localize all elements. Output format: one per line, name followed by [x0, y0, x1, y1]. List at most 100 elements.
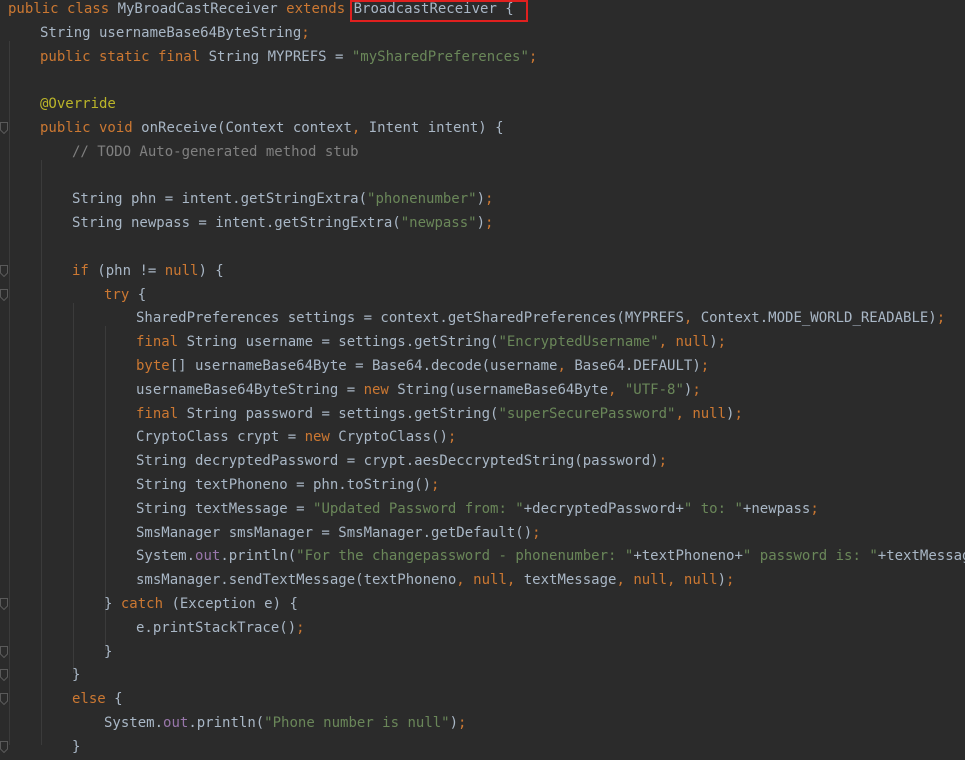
code-token: )	[709, 334, 718, 351]
fold-marker-icon[interactable]	[0, 640, 8, 664]
code-line[interactable]: final String username = settings.getStri…	[0, 330, 965, 354]
code-line[interactable]: String usernameBase64ByteString;	[0, 21, 965, 45]
code-line[interactable]: public void onReceive(Context context, I…	[0, 116, 965, 140]
code-line[interactable]: }	[0, 663, 965, 687]
code-token: out	[195, 548, 221, 565]
code-token: new	[363, 381, 398, 398]
code-text: }	[104, 640, 112, 664]
code-line[interactable]: }	[0, 735, 965, 759]
code-line[interactable]	[0, 235, 965, 259]
code-text: String newpass = intent.getStringExtra("…	[72, 211, 493, 235]
code-line[interactable]: usernameBase64ByteString = new String(us…	[0, 378, 965, 402]
code-line[interactable]: public class MyBroadCastReceiver extends…	[0, 0, 965, 21]
code-token: smsManager.sendTextMessage(textPhoneno	[136, 572, 457, 589]
code-line[interactable]	[0, 68, 965, 92]
fold-marker-icon[interactable]	[0, 283, 8, 307]
code-line[interactable]: System.out.println("For the changepasswo…	[0, 544, 965, 568]
code-token: String usernameBase64ByteString	[40, 24, 302, 41]
code-token: e.printStackTrace()	[136, 619, 297, 636]
code-token: onReceive(Context context	[141, 120, 352, 136]
code-line[interactable]: String textMessage = "Updated Password f…	[0, 497, 965, 521]
code-line[interactable]: }	[0, 640, 965, 664]
code-line[interactable]: String newpass = intent.getStringExtra("…	[0, 211, 965, 235]
code-line[interactable]: smsManager.sendTextMessage(textPhoneno, …	[0, 568, 965, 592]
code-text: String usernameBase64ByteString;	[40, 21, 310, 45]
code-token: ;	[301, 24, 310, 41]
code-token: String MYPREFS =	[208, 48, 352, 65]
code-token: ;	[717, 334, 727, 351]
code-token: " to: "	[683, 500, 743, 517]
code-text: final String password = settings.getStri…	[136, 402, 743, 426]
code-line[interactable]: String decryptedPassword = crypt.aesDecc…	[0, 449, 965, 473]
code-token: ,	[506, 572, 524, 589]
code-line[interactable]: } catch (Exception e) {	[0, 592, 965, 616]
code-token: null	[473, 572, 507, 589]
fold-marker-icon[interactable]	[0, 687, 8, 711]
code-token: }	[72, 738, 81, 755]
code-line[interactable]: CryptoClass crypt = new CryptoClass();	[0, 425, 965, 449]
code-token: System.	[136, 548, 196, 565]
code-text: String phn = intent.getStringExtra("phon…	[72, 187, 493, 211]
fold-marker-icon[interactable]	[0, 663, 8, 687]
code-token: ;	[528, 48, 538, 65]
code-line[interactable]: try {	[0, 283, 965, 307]
code-line[interactable]: SharedPreferences settings = context.get…	[0, 306, 965, 330]
code-text: System.out.println("Phone number is null…	[104, 711, 466, 735]
code-token: {	[114, 691, 123, 708]
code-token: System.	[104, 715, 164, 731]
fold-marker-icon[interactable]	[0, 735, 8, 759]
code-text: final String username = settings.getStri…	[136, 330, 726, 354]
code-token: }	[72, 667, 81, 684]
code-token: "UTF-8"	[624, 381, 684, 398]
code-token: ,	[456, 572, 474, 589]
code-token: final	[136, 405, 187, 422]
code-token: if	[72, 262, 98, 279]
code-token: null	[164, 262, 199, 279]
code-token: ;	[810, 500, 819, 517]
code-token: .println(	[188, 715, 265, 731]
code-text: String textPhoneno = phn.toString();	[136, 473, 439, 497]
code-token: +decryptedPassword+	[523, 500, 684, 517]
code-text: public void onReceive(Context context, I…	[40, 116, 504, 140]
code-token: (phn !=	[97, 262, 165, 279]
fold-marker-icon[interactable]	[0, 116, 8, 140]
code-token: ;	[658, 453, 668, 470]
code-line[interactable]: SmsManager smsManager = SmsManager.getDe…	[0, 521, 965, 545]
code-token: ,	[557, 358, 575, 374]
code-token: @Override	[40, 96, 116, 113]
fold-marker-icon[interactable]	[0, 592, 8, 616]
code-token: +textMessage)	[877, 548, 965, 565]
code-token: Intent intent) {	[368, 120, 504, 136]
code-line[interactable]: String textPhoneno = phn.toString();	[0, 473, 965, 497]
code-text: e.printStackTrace();	[136, 616, 305, 640]
code-line[interactable]: System.out.println("Phone number is null…	[0, 711, 965, 735]
code-line[interactable]	[0, 164, 965, 188]
code-token: extends	[286, 1, 354, 17]
fold-marker-icon[interactable]	[0, 259, 8, 283]
code-line[interactable]: public static final String MYPREFS = "my…	[0, 45, 965, 69]
code-line[interactable]: else {	[0, 687, 965, 711]
code-line[interactable]: String phn = intent.getStringExtra("phon…	[0, 187, 965, 211]
code-text: else {	[72, 687, 123, 711]
code-token: ,	[658, 334, 676, 351]
code-token: String(usernameBase64Byte	[397, 381, 609, 398]
code-line[interactable]: // TODO Auto-generated method stub	[0, 140, 965, 164]
code-text: smsManager.sendTextMessage(textPhoneno, …	[136, 568, 734, 592]
code-text: }	[72, 663, 80, 687]
code-editor[interactable]: public class MyBroadCastReceiver extends…	[0, 0, 965, 760]
code-token: new	[304, 429, 339, 446]
code-line[interactable]: final String password = settings.getStri…	[0, 402, 965, 426]
code-line[interactable]: e.printStackTrace();	[0, 616, 965, 640]
code-text: String decryptedPassword = crypt.aesDecc…	[136, 449, 667, 473]
code-token: ,	[608, 381, 625, 398]
code-token: catch	[120, 596, 172, 612]
code-line[interactable]: @Override	[0, 92, 965, 116]
code-token: )	[476, 215, 486, 232]
code-token: "phonenumber"	[367, 191, 477, 208]
code-token: " password is: "	[742, 548, 878, 565]
code-token: +newpass	[742, 500, 811, 517]
code-line[interactable]: byte[] usernameBase64Byte = Base64.decod…	[0, 354, 965, 378]
code-line[interactable]: if (phn != null) {	[0, 259, 965, 283]
code-token: SharedPreferences settings = context.get…	[136, 310, 684, 327]
code-token: out	[163, 715, 189, 731]
